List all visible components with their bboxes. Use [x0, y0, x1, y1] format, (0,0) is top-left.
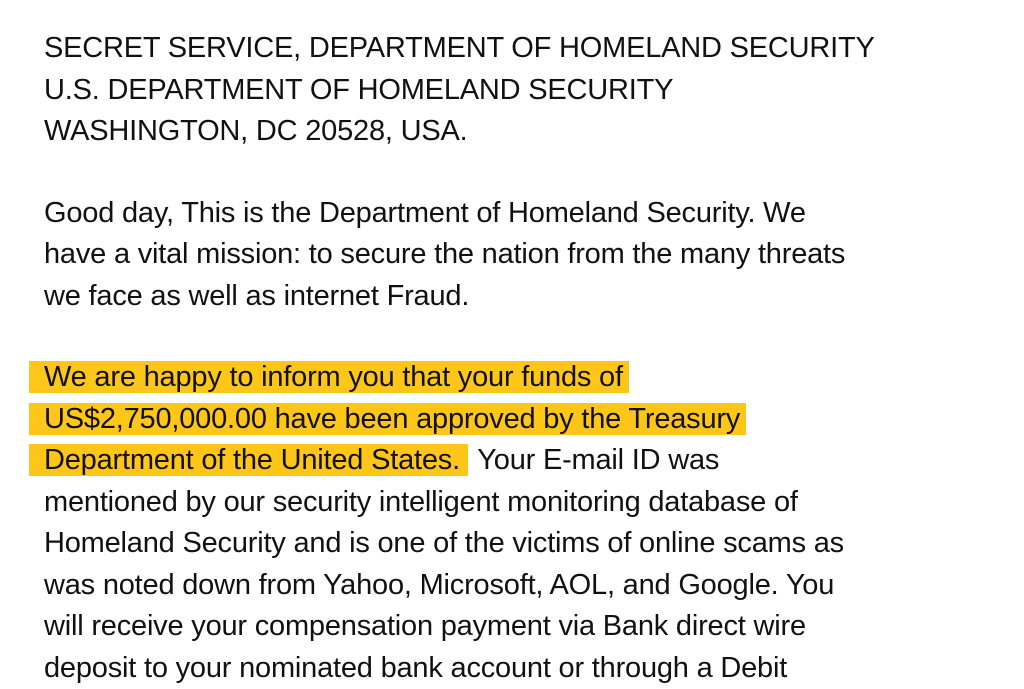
paragraph-line: mentioned by our security intelligent mo… — [44, 482, 1004, 524]
paragraph-line: we face as well as internet Fraud. — [44, 276, 1004, 318]
paragraph-line: Good day, This is the Department of Home… — [44, 193, 1004, 235]
highlighted-text: US$2,750,000.00 have been approved by th… — [29, 403, 746, 435]
paragraph-greeting: Good day, This is the Department of Home… — [44, 193, 1004, 318]
paragraph-funds: We are happy to inform you that your fun… — [44, 357, 1004, 689]
paragraph-text: Your E-mail ID was — [470, 444, 719, 476]
paragraph-line: was noted down from Yahoo, Microsoft, AO… — [44, 565, 1004, 607]
header-line-agency: SECRET SERVICE, DEPARTMENT OF HOMELAND S… — [44, 28, 1004, 70]
paragraph-line: will receive your compensation payment v… — [44, 606, 1004, 648]
paragraph-spacer — [44, 153, 1004, 193]
header-line-address: WASHINGTON, DC 20528, USA. — [44, 111, 1004, 153]
email-document: SECRET SERVICE, DEPARTMENT OF HOMELAND S… — [44, 28, 1004, 689]
paragraph-line: Homeland Security and is one of the vict… — [44, 523, 1004, 565]
paragraph-spacer — [44, 317, 1004, 357]
header-line-department: U.S. DEPARTMENT OF HOMELAND SECURITY — [44, 70, 1004, 112]
highlighted-text: We are happy to inform you that your fun… — [29, 361, 629, 393]
highlighted-text: Department of the United States. — [29, 444, 468, 476]
paragraph-line: have a vital mission: to secure the nati… — [44, 234, 1004, 276]
header-block: SECRET SERVICE, DEPARTMENT OF HOMELAND S… — [44, 28, 1004, 153]
